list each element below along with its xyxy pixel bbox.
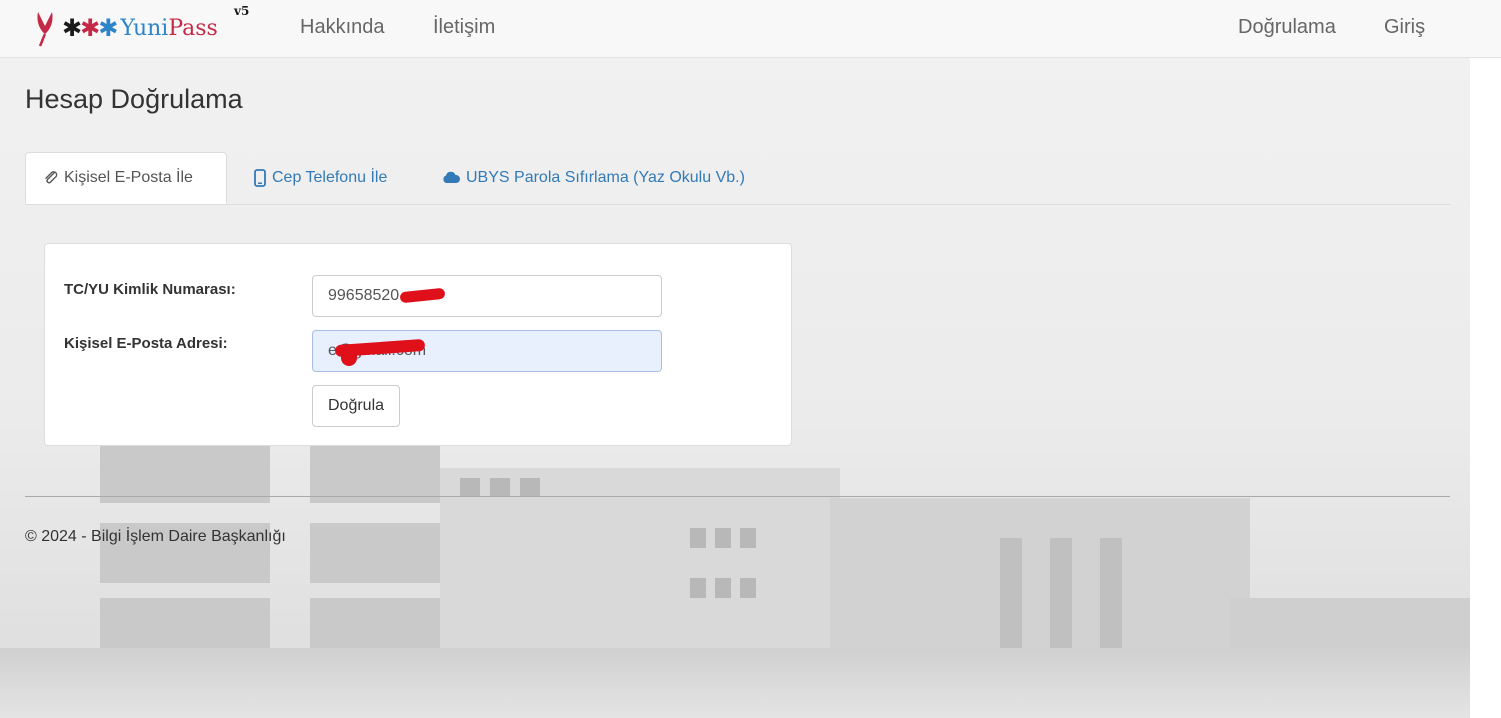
tab-label: Cep Telefonu İle [272,169,388,186]
id-number-input[interactable] [312,275,662,317]
tab-ubys-password-reset[interactable]: UBYS Parola Sıfırlama (Yaz Okulu Vb.) [441,152,745,204]
tab-personal-email[interactable]: Kişisel E-Posta İle [25,152,227,204]
tab-label: Kişisel E-Posta İle [64,169,193,186]
flower-logo-icon [37,12,53,47]
stars-logo-icon: ✱✱✱ [62,14,118,42]
verification-form-panel: TC/YU Kimlik Numarası: Kişisel E-Posta A… [44,243,792,446]
personal-email-label: Kişisel E-Posta Adresi: [64,335,228,352]
nav-link-giris[interactable]: Giriş [1384,16,1425,39]
paperclip-icon [43,170,59,186]
mobile-phone-icon [253,169,267,187]
brand-version: v5 [234,4,250,18]
tab-label: UBYS Parola Sıfırlama (Yaz Okulu Vb.) [466,169,745,186]
cloud-icon [441,171,461,185]
page-title: Hesap Doğrulama [25,84,243,114]
footer-copyright: © 2024 - Bilgi İşlem Daire Başkanlığı [25,528,286,545]
id-number-label: TC/YU Kimlik Numarası: [64,281,236,298]
page-edge [1470,0,1501,718]
nav-link-iletisim[interactable]: İletişim [433,16,495,39]
verify-button[interactable]: Doğrula [312,385,401,427]
footer-divider [25,496,1450,497]
tab-mobile-phone[interactable]: Cep Telefonu İle [253,152,387,204]
top-navbar: ✱✱✱ YuniPass v5 Hakkında İletişim Doğrul… [0,0,1501,58]
brand-logo[interactable]: ✱✱✱ YuniPass v5 [34,4,249,50]
redaction-mark [341,348,357,366]
verification-tabs: Kişisel E-Posta İle Cep Telefonu İle UBY… [25,152,1450,205]
brand-name: YuniPass [120,15,218,41]
nav-link-hakkinda[interactable]: Hakkında [300,16,385,39]
nav-link-dogrulama[interactable]: Doğrulama [1238,16,1336,39]
